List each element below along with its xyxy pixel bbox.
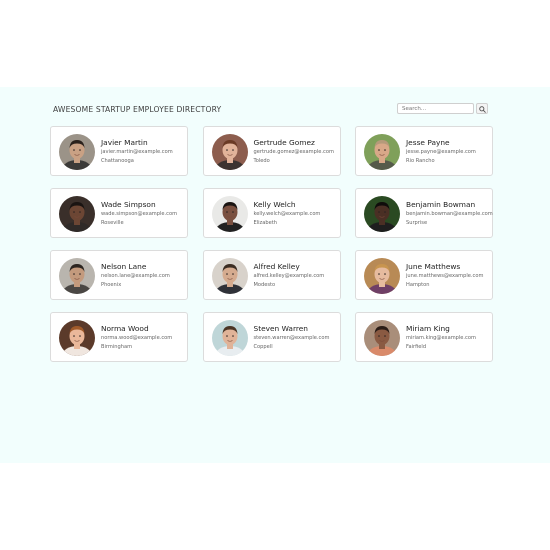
employee-avatar	[211, 258, 248, 294]
employee-email: steven.warren@example.com	[253, 335, 330, 341]
employee-name: Benjamin Bowman	[406, 200, 476, 209]
employee-info: Alfred Kelley alfred.kelley@example.com Mo…	[254, 262, 340, 289]
employee-info: Jesse Payne jesse.payne@example.com Rio Ra…	[406, 138, 492, 165]
employee-info: Steven Warren steven.warren@example.com Co…	[254, 324, 340, 351]
employee-card[interactable]: Norma Wood norma.wood@example.com Birmingh…	[50, 312, 188, 362]
employee-info: Miriam King miriam.king@example.com Fairfi…	[406, 324, 492, 351]
employee-name: Alfred Kelley	[253, 262, 300, 271]
employee-info: Benjamin Bowman benjamin.bowman@example.c…	[406, 200, 493, 227]
employee-avatar	[211, 320, 248, 356]
employee-avatar	[364, 196, 400, 232]
employee-card[interactable]: Alfred Kelley alfred.kelley@example.com Mo…	[202, 250, 341, 300]
employee-city: Fairfield	[406, 344, 427, 350]
employee-card[interactable]: Gertrude Gomez gertrude.gomez@example.com…	[202, 126, 341, 176]
employee-avatar	[59, 320, 95, 356]
employee-email: wade.simpson@example.com	[101, 211, 178, 217]
employee-card[interactable]: Miriam King miriam.king@example.com Fairfi…	[355, 312, 493, 362]
employee-name: June Matthews	[406, 262, 461, 271]
employee-info: Wade Simpson wade.simpson@example.com Rose…	[101, 200, 187, 227]
employee-card[interactable]: Steven Warren steven.warren@example.com Co…	[202, 312, 341, 362]
employee-card[interactable]: Wade Simpson wade.simpson@example.com Rose…	[50, 188, 188, 238]
employee-city: Toledo	[253, 158, 270, 164]
employee-city: Hampton	[406, 282, 430, 288]
employee-city: Birmingham	[101, 344, 133, 350]
employee-email: alfred.kelley@example.com	[253, 273, 325, 279]
employee-card[interactable]: Jesse Payne jesse.payne@example.com Rio Ra…	[355, 126, 493, 176]
employee-email: benjamin.bowman@example.com	[406, 211, 493, 217]
employee-card[interactable]: Nelson Lane nelson.lane@example.com Phoeni…	[50, 250, 188, 300]
page-title: AWESOME STARTUP EMPLOYEE DIRECTORY	[53, 105, 222, 114]
employee-info: Nelson Lane nelson.lane@example.com Phoeni…	[101, 262, 187, 289]
employee-city: Chattanooga	[101, 158, 134, 164]
employee-avatar	[364, 258, 400, 294]
employee-email: javier.martin@example.com	[101, 149, 173, 155]
employee-avatar	[59, 196, 95, 232]
employee-info: Kelly Welch kelly.welch@example.com Elizab…	[254, 200, 340, 227]
employee-avatar	[364, 320, 400, 356]
employee-email: miriam.king@example.com	[406, 335, 476, 341]
employee-city: Modesto	[253, 282, 276, 288]
employee-avatar	[364, 134, 400, 170]
employee-city: Coppell	[253, 344, 273, 350]
employee-card[interactable]: Javier Martin javier.martin@example.com Ch…	[50, 126, 188, 176]
employee-name: Javier Martin	[101, 138, 148, 147]
employee-name: Steven Warren	[253, 324, 308, 333]
employee-email: kelly.welch@example.com	[253, 211, 321, 217]
employee-name: Kelly Welch	[253, 200, 296, 209]
employee-email: nelson.lane@example.com	[101, 273, 170, 279]
directory-app: AWESOME STARTUP EMPLOYEE DIRECTORY Javie…	[0, 87, 550, 463]
employee-city: Rio Rancho	[406, 158, 435, 164]
employee-avatar	[59, 134, 95, 170]
search-icon	[478, 101, 486, 116]
employee-avatar	[59, 258, 95, 294]
employee-card[interactable]: Benjamin Bowman benjamin.bowman@example.c…	[355, 188, 493, 238]
search-button[interactable]	[476, 103, 488, 114]
employee-name: Miriam King	[406, 324, 450, 333]
employee-email: norma.wood@example.com	[101, 335, 173, 341]
employee-avatar	[211, 196, 248, 232]
employee-city: Phoenix	[101, 282, 122, 288]
employee-info: Gertrude Gomez gertrude.gomez@example.com…	[254, 138, 340, 165]
employee-info: Javier Martin javier.martin@example.com Ch…	[101, 138, 187, 165]
employee-card[interactable]: Kelly Welch kelly.welch@example.com Elizab…	[202, 188, 341, 238]
employee-name: Norma Wood	[101, 324, 149, 333]
employee-name: Wade Simpson	[101, 200, 156, 209]
employee-info: Norma Wood norma.wood@example.com Birmingh…	[101, 324, 187, 351]
employee-avatar	[211, 134, 248, 170]
employee-email: gertrude.gomez@example.com	[253, 149, 334, 155]
employee-card[interactable]: June Matthews june.matthews@example.com Ha…	[355, 250, 493, 300]
employee-email: jesse.payne@example.com	[406, 149, 476, 155]
search-form	[397, 103, 491, 116]
employee-email: june.matthews@example.com	[406, 273, 484, 279]
employee-info: June Matthews june.matthews@example.com Ha…	[406, 262, 492, 289]
employee-name: Jesse Payne	[406, 138, 450, 147]
employee-city: Surprise	[406, 220, 428, 226]
employee-city: Roseville	[101, 220, 124, 226]
search-input[interactable]	[397, 103, 474, 114]
employee-name: Nelson Lane	[101, 262, 147, 271]
employee-name: Gertrude Gomez	[253, 138, 315, 147]
employee-city: Elizabeth	[253, 220, 277, 226]
